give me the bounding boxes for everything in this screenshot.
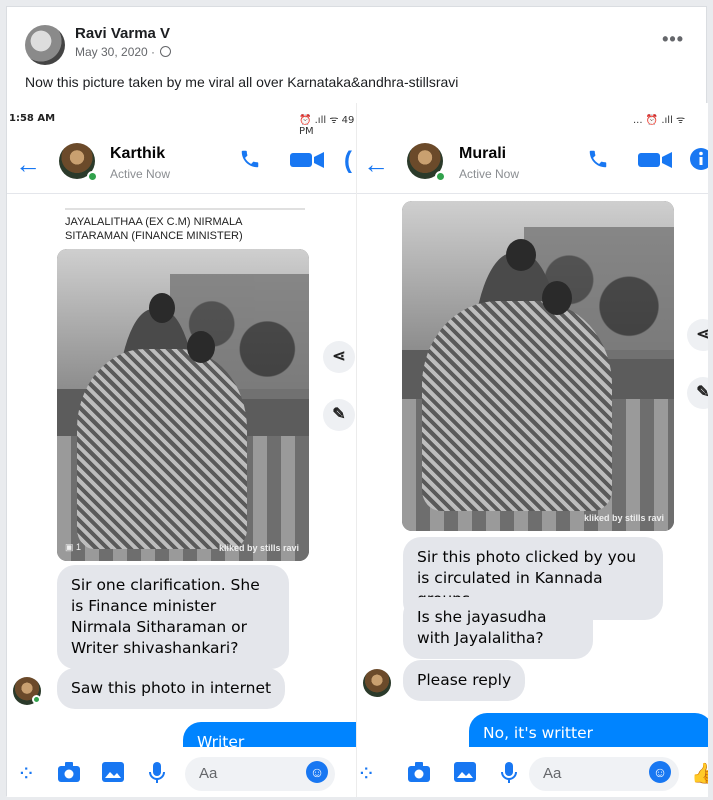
online-indicator xyxy=(87,171,98,182)
caption-divider xyxy=(65,208,305,210)
photo-person-seated xyxy=(77,349,247,549)
shared-photo[interactable]: ▣ 1 kliked by stills ravi xyxy=(57,249,309,561)
video-call-icon[interactable] xyxy=(289,147,329,176)
share-icon[interactable]: ⋖ xyxy=(323,341,355,373)
online-indicator xyxy=(435,171,446,182)
emoji-icon[interactable]: ☺ xyxy=(649,761,671,783)
online-indicator xyxy=(32,695,41,704)
status-time: 1:58 AM xyxy=(9,113,56,124)
microphone-icon[interactable] xyxy=(501,761,517,791)
photo-text-caption: JAYALALITHAA (EX C.M) NIRMALA SITARAMAN … xyxy=(65,215,243,243)
gallery-icon[interactable] xyxy=(453,761,477,789)
menu-dots-icon[interactable]: ⁘ xyxy=(357,761,375,787)
header-divider xyxy=(357,193,708,194)
photo-caption-line1: JAYALALITHAA (EX C.M) NIRMALA xyxy=(65,216,243,228)
message-input-placeholder: Aa xyxy=(199,765,218,782)
photo-person-head xyxy=(542,281,572,315)
author-avatar[interactable] xyxy=(25,25,65,65)
phone-icon[interactable] xyxy=(239,147,261,176)
post-author[interactable]: Ravi Varma V xyxy=(75,25,170,42)
photo-count: ▣ 1 xyxy=(65,542,82,552)
message-bubble-incoming[interactable]: Please reply xyxy=(403,660,526,701)
photo-person-head xyxy=(187,331,215,363)
menu-dots-icon[interactable]: ⁘ xyxy=(17,761,35,787)
composer-bar: ⁘ Aa ☺ 👍 xyxy=(357,747,708,797)
photo-caption-line2: SITARAMAN (FINANCE MINISTER) xyxy=(65,230,243,242)
facebook-post-card: Ravi Varma V May 30, 2020 · ••• Now this… xyxy=(6,6,708,797)
post-date-text[interactable]: May 30, 2020 · xyxy=(75,45,155,59)
photo-count-value: 1 xyxy=(76,542,82,552)
message-input-placeholder: Aa xyxy=(543,765,562,782)
like-icon[interactable]: 👍 xyxy=(691,761,708,786)
composer-bar: ⁘ Aa ☺ xyxy=(7,747,356,797)
edit-icon[interactable]: ✎ xyxy=(687,377,708,409)
photo-person-head xyxy=(149,293,175,323)
emoji-icon[interactable]: ☺ xyxy=(306,761,328,783)
contact-status: Active Now xyxy=(110,167,171,181)
post-image[interactable]: 1:58 AM ⏰ .ıll ᯤ 49 PM ← Karthik Active … xyxy=(7,103,708,797)
photo-watermark: kliked by stills ravi xyxy=(583,513,664,523)
post-date[interactable]: May 30, 2020 · xyxy=(75,45,172,59)
info-icon-partial[interactable]: ( xyxy=(344,147,352,175)
shared-photo[interactable]: kliked by stills ravi xyxy=(402,201,674,531)
camera-icon[interactable] xyxy=(57,761,81,789)
sender-avatar[interactable] xyxy=(363,669,391,697)
microphone-icon[interactable] xyxy=(149,761,165,791)
status-icons: ⏰ .ıll ᯤ 49 PM xyxy=(299,115,355,137)
edit-icon[interactable]: ✎ xyxy=(323,399,355,431)
globe-icon xyxy=(160,46,172,57)
message-bubble-incoming[interactable]: Sir one clarification. She is Finance mi… xyxy=(57,565,289,669)
message-bubble-incoming[interactable]: Is she jayasudha with Jayalalitha? xyxy=(403,597,593,659)
left-chat-screenshot: 1:58 AM ⏰ .ıll ᯤ 49 PM ← Karthik Active … xyxy=(7,103,357,797)
contact-name[interactable]: Murali xyxy=(459,145,506,163)
back-arrow-icon[interactable]: ← xyxy=(363,149,389,180)
message-bubble-incoming[interactable]: Saw this photo in internet xyxy=(57,668,286,709)
phone-icon[interactable] xyxy=(587,147,609,176)
share-icon[interactable]: ⋖ xyxy=(687,319,708,351)
right-chat-screenshot: ... ⏰ .ıll ᯤ ← Murali Active Now kliked … xyxy=(357,103,708,797)
header-divider xyxy=(7,193,356,194)
photo-person-seated xyxy=(422,301,612,511)
back-arrow-icon[interactable]: ← xyxy=(15,149,41,180)
info-icon[interactable] xyxy=(689,147,708,176)
more-options-icon[interactable]: ••• xyxy=(662,29,684,50)
video-call-icon[interactable] xyxy=(637,147,677,176)
camera-icon[interactable] xyxy=(407,761,431,789)
status-icons: ... ⏰ .ıll ᯤ xyxy=(633,115,686,126)
contact-status: Active Now xyxy=(459,167,520,181)
gallery-icon[interactable] xyxy=(101,761,125,789)
post-caption: Now this picture taken by me viral all o… xyxy=(25,74,459,90)
photo-person-head xyxy=(506,239,536,271)
contact-name[interactable]: Karthik xyxy=(110,145,165,163)
photo-watermark: kliked by stills ravi xyxy=(218,543,299,553)
